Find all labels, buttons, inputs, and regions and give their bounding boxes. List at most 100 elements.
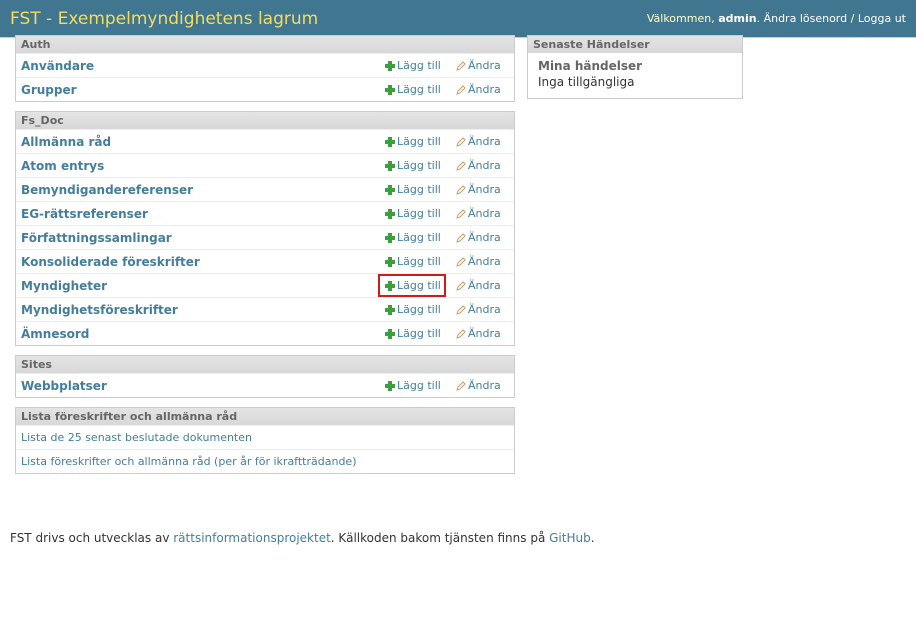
plus-icon: [385, 328, 395, 339]
model-row: Webbplatser Lägg till Ändra: [16, 374, 514, 397]
pencil-icon: [456, 328, 466, 339]
pencil-icon: [456, 208, 466, 219]
change-link[interactable]: Ändra: [456, 79, 501, 100]
change-link[interactable]: Ändra: [456, 203, 501, 224]
change-password-link[interactable]: Ändra lösenord: [764, 12, 848, 25]
recent-actions-module: Senaste Händelser Mina händelser Inga ti…: [527, 35, 743, 99]
add-label: Lägg till: [397, 231, 441, 244]
model-row: Myndighetsföreskrifter Lägg till Ändra: [16, 298, 514, 322]
plus-icon: [385, 304, 395, 315]
module-fs-doc: Fs_Doc Allmänna råd Lägg till Ändra Atom…: [15, 111, 515, 346]
site-name-text[interactable]: FST - Exempelmyndighetens lagrum: [10, 9, 318, 29]
site-name[interactable]: FST - Exempelmyndighetens lagrum: [10, 9, 318, 29]
model-row: Ämnesord Lägg till Ändra: [16, 322, 514, 345]
pencil-icon: [456, 256, 466, 267]
add-link[interactable]: Lägg till: [385, 55, 451, 76]
model-row: Användare Lägg till Ändra: [16, 54, 514, 78]
change-link[interactable]: Ändra: [456, 55, 501, 76]
add-link[interactable]: Lägg till: [385, 131, 451, 152]
change-link[interactable]: Ändra: [456, 179, 501, 200]
change-link[interactable]: Ändra: [456, 275, 501, 296]
model-row: Konsoliderade föreskrifter Lägg till Änd…: [16, 250, 514, 274]
footer-middle: . Källkoden bakom tjänsten finns på: [330, 531, 546, 545]
change-label: Ändra: [468, 183, 501, 196]
change-label: Ändra: [468, 83, 501, 96]
add-link[interactable]: Lägg till: [385, 203, 451, 224]
username: admin: [718, 12, 757, 25]
logout-link[interactable]: Logga ut: [858, 12, 906, 25]
add-label: Lägg till: [397, 327, 441, 340]
module-reports: Lista föreskrifter och allmänna råd List…: [15, 407, 515, 474]
plus-icon: [385, 136, 395, 147]
pencil-icon: [456, 380, 466, 391]
change-label: Ändra: [468, 159, 501, 172]
module-sites: Sites Webbplatser Lägg till Ändra: [15, 355, 515, 398]
model-row: Atom entrys Lägg till Ändra: [16, 154, 514, 178]
recent-actions-caption: Senaste Händelser: [528, 36, 742, 53]
model-row: EG-rättsreferenser Lägg till Ändra: [16, 202, 514, 226]
add-label: Lägg till: [397, 255, 441, 268]
add-link[interactable]: Lägg till: [385, 155, 451, 176]
plus-icon: [385, 184, 395, 195]
footer-suffix: .: [590, 531, 595, 545]
change-link[interactable]: Ändra: [456, 227, 501, 248]
model-row: Bemyndigandereferenser Lägg till Ändra: [16, 178, 514, 202]
report-link[interactable]: Lista de 25 senast beslutade dokumenten: [16, 431, 252, 444]
add-link[interactable]: Lägg till: [385, 79, 451, 100]
add-label: Lägg till: [397, 83, 441, 96]
change-label: Ändra: [468, 303, 501, 316]
report-link[interactable]: Lista föreskrifter och allmänna råd (per…: [16, 455, 357, 468]
footer-prefix: FST drivs och utvecklas av: [10, 531, 170, 545]
plus-icon: [385, 280, 395, 291]
add-label: Lägg till: [397, 279, 441, 292]
pencil-icon: [456, 84, 466, 95]
change-label: Ändra: [468, 255, 501, 268]
module-caption[interactable]: Fs_Doc: [16, 112, 514, 130]
pencil-icon: [456, 60, 466, 71]
change-link[interactable]: Ändra: [456, 251, 501, 272]
change-label: Ändra: [468, 59, 501, 72]
add-label: Lägg till: [397, 59, 441, 72]
change-link[interactable]: Ändra: [456, 131, 501, 152]
add-label: Lägg till: [397, 135, 441, 148]
module-auth: Auth Användare Lägg till Ändra Grupper L…: [15, 35, 515, 102]
user-tools: Välkommen, admin. Ändra lösenord / Logga…: [646, 12, 906, 25]
pencil-icon: [456, 184, 466, 195]
report-row: Lista föreskrifter och allmänna råd (per…: [16, 450, 514, 473]
change-link[interactable]: Ändra: [456, 375, 501, 396]
change-link[interactable]: Ändra: [456, 323, 501, 344]
change-label: Ändra: [468, 135, 501, 148]
sidebar: Senaste Händelser Mina händelser Inga ti…: [527, 35, 743, 99]
add-link[interactable]: Lägg till: [385, 251, 451, 272]
model-row: Myndigheter Lägg till Ändra: [16, 274, 514, 298]
add-label: Lägg till: [397, 379, 441, 392]
footer-github-link[interactable]: GitHub: [549, 531, 591, 545]
no-actions-text: Inga tillgängliga: [538, 75, 635, 89]
add-link[interactable]: Lägg till: [385, 179, 451, 200]
change-link[interactable]: Ändra: [456, 299, 501, 320]
pencil-icon: [456, 304, 466, 315]
plus-icon: [385, 232, 395, 243]
model-row: Grupper Lägg till Ändra: [16, 78, 514, 101]
add-link[interactable]: Lägg till: [385, 227, 451, 248]
separator: /: [850, 12, 855, 25]
module-caption[interactable]: Auth: [16, 36, 514, 54]
add-link[interactable]: Lägg till: [385, 375, 451, 396]
pencil-icon: [456, 232, 466, 243]
add-link[interactable]: Lägg till: [385, 299, 451, 320]
footer-project-link[interactable]: rättsinformationsprojektet: [173, 531, 331, 545]
report-row: Lista de 25 senast beslutade dokumenten: [16, 426, 514, 450]
add-label: Lägg till: [397, 159, 441, 172]
plus-icon: [385, 84, 395, 95]
header: FST - Exempelmyndighetens lagrum Välkomm…: [0, 0, 916, 38]
app-list: Auth Användare Lägg till Ändra Grupper L…: [15, 35, 515, 483]
add-label: Lägg till: [397, 207, 441, 220]
change-link[interactable]: Ändra: [456, 155, 501, 176]
change-label: Ändra: [468, 279, 501, 292]
footer: FST drivs och utvecklas av rättsinformat…: [10, 531, 595, 545]
plus-icon: [385, 380, 395, 391]
add-link-highlighted[interactable]: Lägg till: [385, 275, 451, 296]
module-caption[interactable]: Sites: [16, 356, 514, 374]
add-link[interactable]: Lägg till: [385, 323, 451, 344]
plus-icon: [385, 60, 395, 71]
